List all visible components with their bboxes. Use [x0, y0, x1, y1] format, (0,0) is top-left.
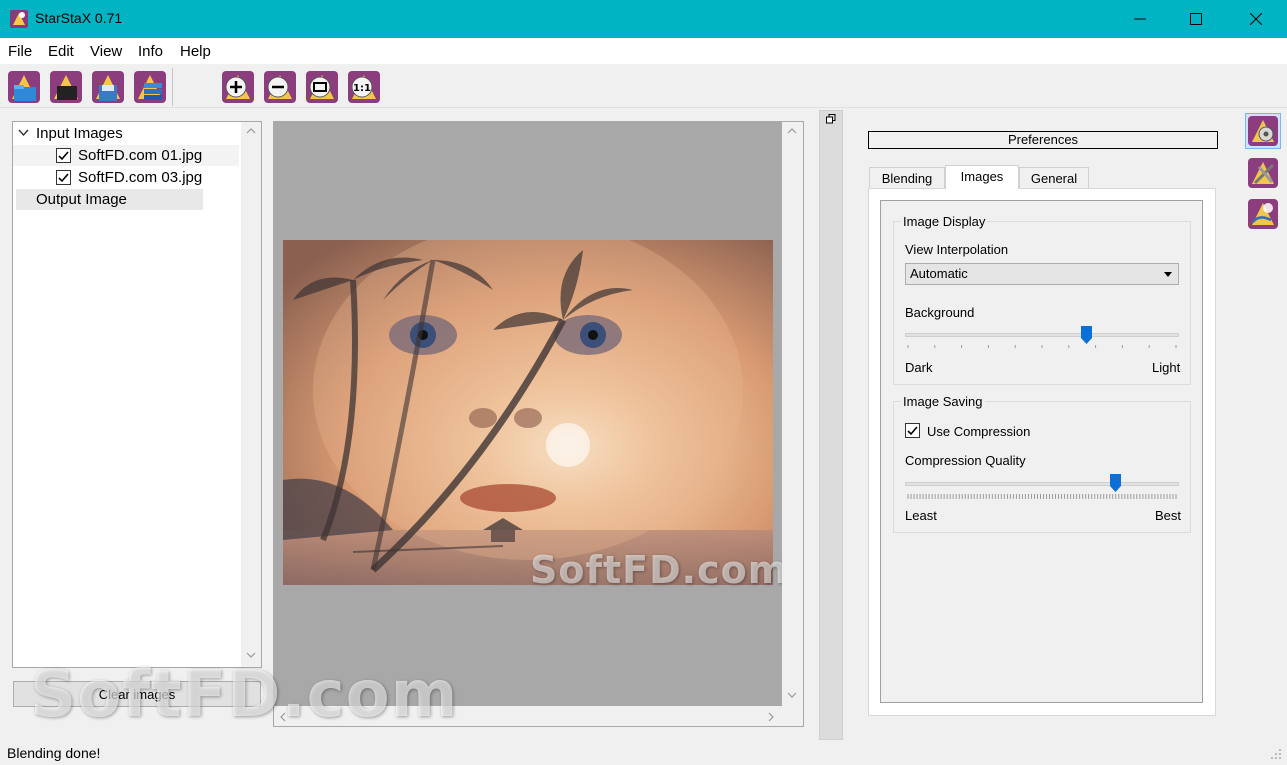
- background-min-label: Dark: [905, 360, 933, 375]
- zoom-fit-icon[interactable]: [304, 69, 340, 105]
- compression-quality-slider[interactable]: [905, 473, 1179, 503]
- quality-slider-track: [905, 482, 1179, 486]
- svg-text:1:1: 1:1: [353, 83, 371, 94]
- blended-output-image: [283, 240, 773, 585]
- resize-grip-icon[interactable]: [1270, 748, 1282, 760]
- background-slider-track: [905, 333, 1179, 337]
- image-viewer: SoftFD.com: [273, 121, 804, 727]
- chevron-down-icon[interactable]: [18, 129, 29, 137]
- quality-slider-ticks: [907, 494, 1177, 499]
- scroll-up-icon[interactable]: [246, 128, 256, 134]
- file-checkbox[interactable]: [56, 170, 71, 185]
- toolbar: 1:1: [0, 64, 1287, 108]
- background-max-label: Light: [1152, 360, 1181, 375]
- tree-item-output-image[interactable]: Output Image: [16, 189, 203, 210]
- quality-min-label: Least: [905, 508, 937, 523]
- image-watermark: SoftFD.com: [530, 548, 789, 592]
- use-compression-checkbox[interactable]: [905, 423, 920, 438]
- use-compression-label: Use Compression: [927, 424, 1031, 439]
- menu-file[interactable]: File: [8, 43, 32, 60]
- maximize-icon: [1190, 13, 1202, 25]
- tab-blending[interactable]: Blending: [869, 167, 945, 189]
- zoom-actual-size-icon[interactable]: 1:1: [346, 69, 382, 105]
- checkmark-icon: [58, 151, 69, 161]
- info-panel-icon[interactable]: [1245, 196, 1281, 232]
- close-button[interactable]: [1228, 0, 1284, 38]
- viewer-canvas: SoftFD.com: [274, 122, 787, 706]
- menu-bar: File Edit View Info Help: [0, 38, 1287, 64]
- undock-icon[interactable]: [826, 114, 836, 124]
- minimize-button[interactable]: [1112, 0, 1168, 38]
- tree-label-input-images: Input Images: [36, 125, 123, 142]
- starstax-app-icon: [10, 10, 28, 28]
- save-image-icon[interactable]: [90, 69, 126, 105]
- image-display-title: Image Display: [901, 214, 988, 229]
- zoom-in-icon[interactable]: [220, 69, 256, 105]
- start-processing-icon[interactable]: [132, 69, 168, 105]
- viewer-vscrollbar[interactable]: [782, 122, 803, 706]
- file-name: SoftFD.com 01.jpg: [78, 147, 203, 164]
- zoom-out-icon[interactable]: [262, 69, 298, 105]
- file-name: SoftFD.com 03.jpg: [78, 169, 203, 186]
- open-images-icon[interactable]: [6, 69, 42, 105]
- background-slider[interactable]: [905, 325, 1179, 355]
- file-checkbox[interactable]: [56, 148, 71, 163]
- tree-item-input-images[interactable]: Input Images: [16, 123, 236, 144]
- maximize-button[interactable]: [1168, 0, 1224, 38]
- menu-view[interactable]: View: [90, 43, 122, 60]
- open-darkframes-icon[interactable]: [48, 69, 84, 105]
- menu-edit[interactable]: Edit: [48, 43, 74, 60]
- image-saving-title: Image Saving: [901, 394, 985, 409]
- toolbar-separator: [172, 68, 173, 106]
- window-title: StarStaX 0.71: [35, 10, 123, 26]
- preferences-header: Preferences: [868, 131, 1218, 149]
- menu-help[interactable]: Help: [180, 43, 211, 60]
- status-bar: Blending done!: [0, 740, 1287, 765]
- tools-panel-icon[interactable]: [1245, 155, 1281, 191]
- tab-general[interactable]: General: [1019, 167, 1089, 189]
- chevron-down-icon: [1164, 272, 1172, 277]
- compression-quality-label: Compression Quality: [905, 453, 1026, 468]
- view-interpolation-value: Automatic: [910, 266, 968, 281]
- view-interpolation-select[interactable]: Automatic: [905, 263, 1179, 285]
- background-slider-thumb[interactable]: [1081, 326, 1093, 344]
- checkmark-icon: [58, 173, 69, 183]
- scroll-up-icon[interactable]: [787, 128, 797, 134]
- title-bar: StarStaX 0.71: [0, 0, 1287, 38]
- tree-item-file[interactable]: SoftFD.com 01.jpg: [13, 145, 239, 166]
- scroll-down-icon[interactable]: [787, 692, 797, 698]
- status-text: Blending done!: [7, 745, 101, 761]
- preferences-panel-icon[interactable]: [1245, 113, 1281, 149]
- tree-label-output-image: Output Image: [36, 191, 127, 208]
- overlay-watermark: SoftFD.com: [30, 658, 459, 732]
- tree-scrollbar[interactable]: [241, 122, 261, 667]
- minimize-icon: [1134, 18, 1146, 20]
- dock-splitter[interactable]: [819, 110, 843, 740]
- quality-slider-thumb[interactable]: [1110, 474, 1122, 492]
- image-tree: Input Images SoftFD.com 01.jpg SoftFD.co…: [12, 121, 262, 668]
- background-label: Background: [905, 305, 975, 320]
- tree-item-file[interactable]: SoftFD.com 03.jpg: [13, 167, 239, 188]
- menu-info[interactable]: Info: [138, 43, 163, 60]
- close-icon: [1250, 13, 1262, 25]
- quality-max-label: Best: [1155, 508, 1182, 523]
- scroll-right-icon[interactable]: [768, 712, 774, 722]
- tab-images[interactable]: Images: [945, 165, 1019, 189]
- checkmark-icon: [907, 426, 918, 436]
- view-interpolation-label: View Interpolation: [905, 242, 1009, 257]
- background-slider-ticks: [907, 345, 1177, 348]
